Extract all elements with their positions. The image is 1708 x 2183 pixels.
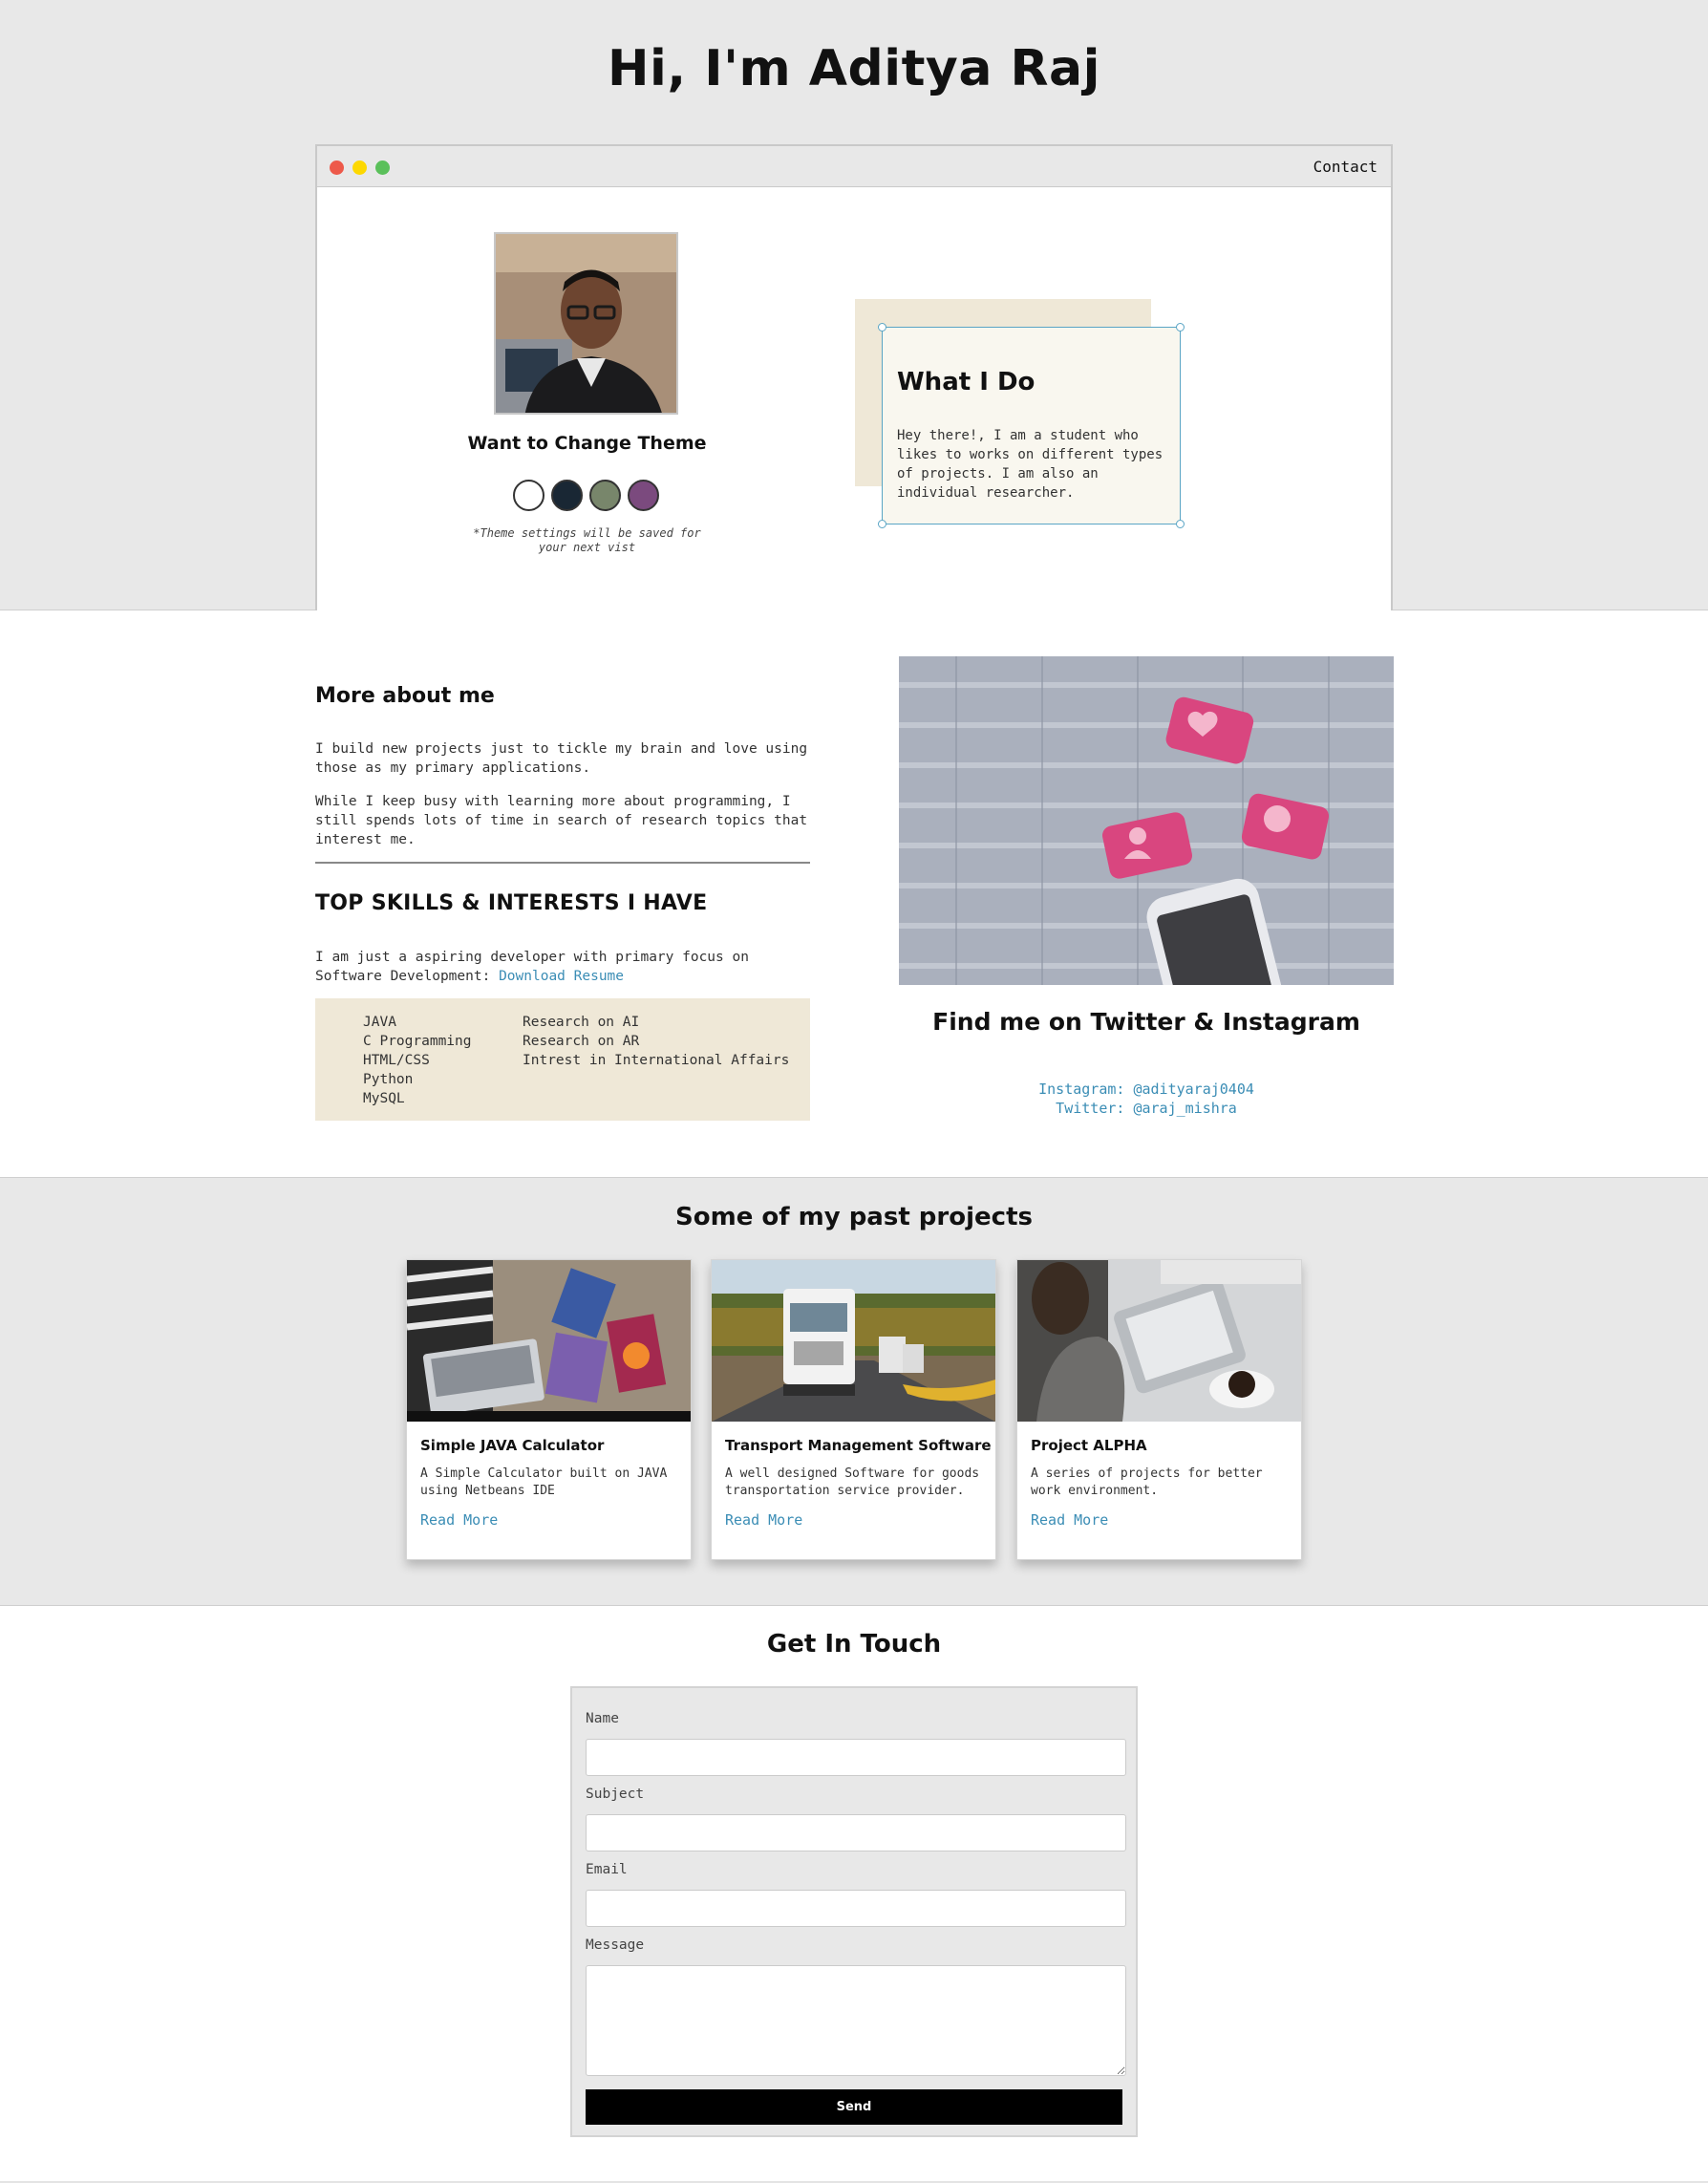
projects-section: Some of my past projects Simple JAVA Cal… (0, 1177, 1708, 1606)
project-card: Simple JAVA Calculator A Simple Calculat… (406, 1259, 692, 1560)
theme-purple-option[interactable] (628, 480, 659, 511)
interests-list: Research on AI Research on AR Intrest in… (523, 1013, 789, 1070)
email-label: Email (586, 1862, 628, 1877)
social-media-image (899, 656, 1394, 985)
skills-title: TOP SKILLS & INTERESTS I HAVE (315, 891, 708, 915)
greeting-section: Hi, I'm Aditya Raj Contact Want to Chang (0, 0, 1708, 610)
message-label: Message (586, 1937, 645, 1953)
name-label: Name (586, 1711, 619, 1726)
resize-handle (878, 323, 886, 332)
project-description: A series of projects for better work env… (1031, 1466, 1263, 1498)
read-more-link[interactable]: Read More (420, 1511, 498, 1529)
project-thumbnail (712, 1260, 995, 1422)
project-title: Transport Management Software (725, 1437, 992, 1454)
about-paragraph: While I keep busy with learning more abo… (315, 794, 808, 847)
project-title: Project ALPHA (1031, 1437, 1147, 1454)
project-thumbnail (407, 1260, 691, 1422)
resize-handle (1176, 520, 1185, 528)
skills-intro: I am just a aspiring developer with prim… (315, 948, 812, 986)
page-title: Hi, I'm Aditya Raj (608, 40, 1100, 97)
theme-title: Want to Change Theme (467, 433, 707, 454)
email-input[interactable] (586, 1890, 1126, 1927)
skills-box: JAVA C Programming HTML/CSS Python MySQL… (315, 998, 810, 1121)
profile-picture (494, 232, 678, 415)
interest-item: Research on AR (523, 1034, 640, 1049)
instagram-link[interactable]: Instagram: @adityaraj0404 (899, 1080, 1394, 1099)
browser-header: Contact (317, 146, 1391, 187)
window-minimize-dot (352, 161, 367, 175)
theme-light-option[interactable] (513, 480, 544, 511)
name-input[interactable] (586, 1739, 1126, 1776)
theme-note: *Theme settings will be saved for your n… (473, 526, 701, 554)
contact-nav-link[interactable]: Contact (1313, 158, 1377, 176)
subject-input[interactable] (586, 1814, 1126, 1851)
theme-blue-option[interactable] (551, 480, 583, 511)
message-textarea[interactable] (586, 1965, 1126, 2076)
interest-item: Research on AI (523, 1015, 640, 1030)
social-title: Find me on Twitter & Instagram (932, 1008, 1360, 1036)
intro-title: What I Do (897, 368, 1035, 396)
interest-item: Intrest in International Affairs (523, 1053, 790, 1068)
skill-item: C Programming (363, 1034, 472, 1049)
read-more-link[interactable]: Read More (1031, 1511, 1108, 1529)
project-card: Project ALPHA A series of projects for b… (1016, 1259, 1302, 1560)
skill-item: Python (363, 1072, 414, 1087)
resize-handle (1176, 323, 1185, 332)
theme-green-option[interactable] (589, 480, 621, 511)
project-description: A Simple Calculator built on JAVA using … (420, 1466, 668, 1498)
theme-options (513, 480, 666, 512)
read-more-link[interactable]: Read More (725, 1511, 802, 1529)
subject-label: Subject (586, 1787, 645, 1802)
about-title: More about me (315, 684, 495, 708)
social-links: Instagram: @adityaraj0404 Twitter: @araj… (899, 1080, 1394, 1118)
send-button[interactable]: Send (586, 2089, 1122, 2125)
project-thumbnail (1017, 1260, 1301, 1422)
contact-section: Get In Touch Name Subject Email Message … (0, 1607, 1708, 2183)
intro-box: What I Do Hey there!, I am a student who… (878, 323, 1185, 528)
window-close-dot (330, 161, 344, 175)
download-resume-link[interactable]: Download Resume (499, 969, 624, 984)
skill-item: MySQL (363, 1091, 405, 1106)
skills-list: JAVA C Programming HTML/CSS Python MySQL (363, 1013, 472, 1108)
browser-window-mockup: Contact Want to Change Theme *Theme sett… (315, 144, 1393, 610)
project-card: Transport Management Software A well des… (711, 1259, 996, 1560)
divider (315, 862, 810, 864)
skill-item: HTML/CSS (363, 1053, 430, 1068)
projects-title: Some of my past projects (675, 1203, 1033, 1231)
project-description: A well designed Software for goods trans… (725, 1466, 980, 1498)
contact-title: Get In Touch (766, 1630, 942, 1659)
resize-handle (878, 520, 886, 528)
intro-text: Hey there!, I am a student who likes to … (897, 428, 1164, 501)
project-title: Simple JAVA Calculator (420, 1437, 605, 1454)
twitter-link[interactable]: Twitter: @araj_mishra (899, 1099, 1394, 1118)
window-maximize-dot (375, 161, 390, 175)
contact-form: Name Subject Email Message Send (570, 1686, 1138, 2137)
about-paragraph: I build new projects just to tickle my b… (315, 741, 808, 776)
skill-item: JAVA (363, 1015, 396, 1030)
about-section: More about me I build new projects just … (0, 611, 1708, 1177)
